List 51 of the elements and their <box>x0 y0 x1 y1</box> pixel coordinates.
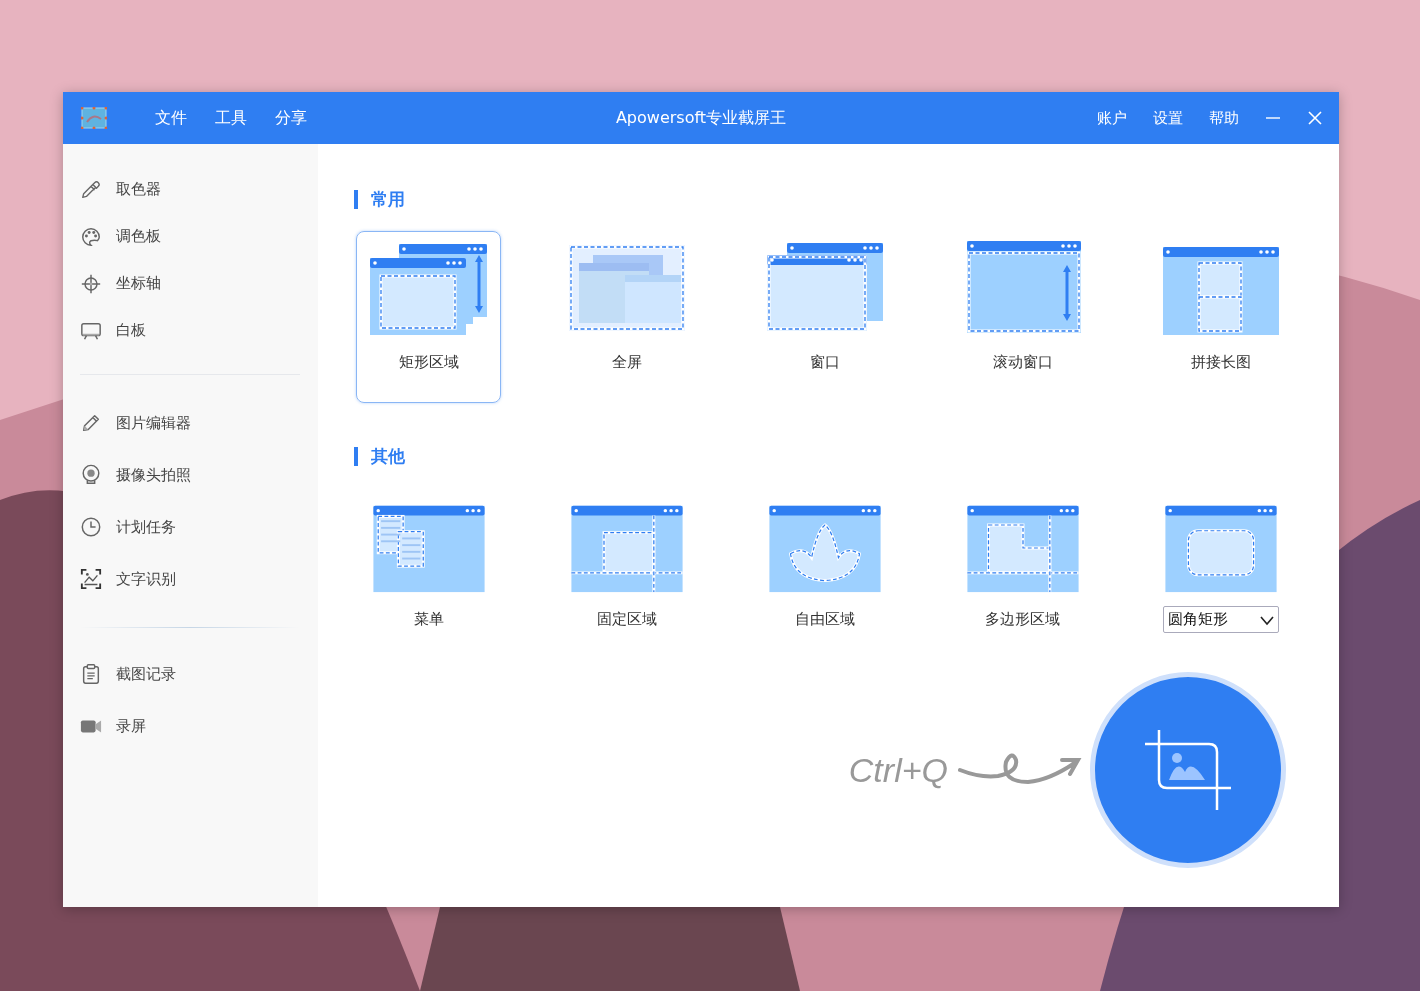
capture-mode-card[interactable]: 窗口 <box>752 231 897 403</box>
capture-mode-card[interactable]: 自由区域 <box>752 492 897 634</box>
shape-dropdown[interactable]: 圆角矩形 <box>1162 606 1279 633</box>
capture-mode-card[interactable]: 滚动窗口 <box>950 231 1095 403</box>
clipboard-icon <box>80 663 102 685</box>
capture-mode-card[interactable]: 矩形区域 <box>356 231 501 403</box>
text-scan-icon <box>80 568 102 590</box>
sidebar-item[interactable]: 摄像头拍照 <box>116 465 191 485</box>
sidebar-item[interactable]: 坐标轴 <box>116 274 161 293</box>
mode-label: 全屏 <box>611 353 642 372</box>
sidebar-item[interactable]: 截图记录 <box>116 664 176 684</box>
mode-label: 菜单 <box>413 610 444 629</box>
mode-label: 固定区域 <box>596 610 657 629</box>
title-bar-link[interactable]: 帮助 <box>1209 108 1239 128</box>
sidebar-item[interactable]: 调色板 <box>116 227 161 246</box>
mode-label: 拼接长图 <box>1190 353 1251 372</box>
menu-item[interactable]: 分享 <box>275 107 307 129</box>
close-icon[interactable] <box>1307 110 1323 126</box>
menu-item[interactable]: 工具 <box>215 107 247 129</box>
sidebar-item[interactable]: 图片编辑器 <box>116 413 191 433</box>
crop-image-icon <box>1143 728 1233 812</box>
shortcut-hint: Ctrl+Q <box>848 750 948 790</box>
capture-mode-card[interactable]: 多边形区域 <box>950 492 1095 634</box>
mode-label: 滚动窗口 <box>992 353 1053 372</box>
capture-mode-card[interactable]: 固定区域 <box>554 492 699 634</box>
sidebar-item[interactable]: 取色器 <box>116 180 161 199</box>
section-title: 常用 <box>354 190 1339 209</box>
eyedropper-icon <box>80 178 102 201</box>
palette-icon <box>80 225 102 248</box>
capture-mode-card[interactable]: 圆角矩形 <box>1148 492 1293 634</box>
capture-mode-card[interactable]: 拼接长图 <box>1148 231 1293 403</box>
app-logo-icon <box>81 107 107 129</box>
window-title: Apowersoft专业截屏王 <box>615 107 787 129</box>
menu-item[interactable]: 文件 <box>155 107 187 129</box>
webcam-icon <box>80 464 102 486</box>
title-bar-link[interactable]: 设置 <box>1153 108 1183 128</box>
sidebar-item[interactable]: 文字识别 <box>116 569 176 589</box>
mode-label: 矩形区域 <box>398 353 459 372</box>
clock-icon <box>80 516 102 538</box>
capture-mode-card[interactable]: 菜单 <box>356 492 501 634</box>
sidebar-item[interactable]: 录屏 <box>116 716 146 736</box>
capture-mode-card[interactable]: 全屏 <box>554 231 699 403</box>
sidebar-item[interactable]: 白板 <box>116 321 146 340</box>
mode-label: 多边形区域 <box>985 610 1060 629</box>
crosshair-icon <box>80 272 102 295</box>
mode-label: 自由区域 <box>794 610 855 629</box>
pencil-icon <box>80 412 102 434</box>
mode-label: 窗口 <box>809 353 840 372</box>
title-bar-link[interactable]: 账户 <box>1097 108 1127 128</box>
section-title: 其他 <box>354 447 1339 466</box>
sidebar-item[interactable]: 计划任务 <box>116 517 176 537</box>
